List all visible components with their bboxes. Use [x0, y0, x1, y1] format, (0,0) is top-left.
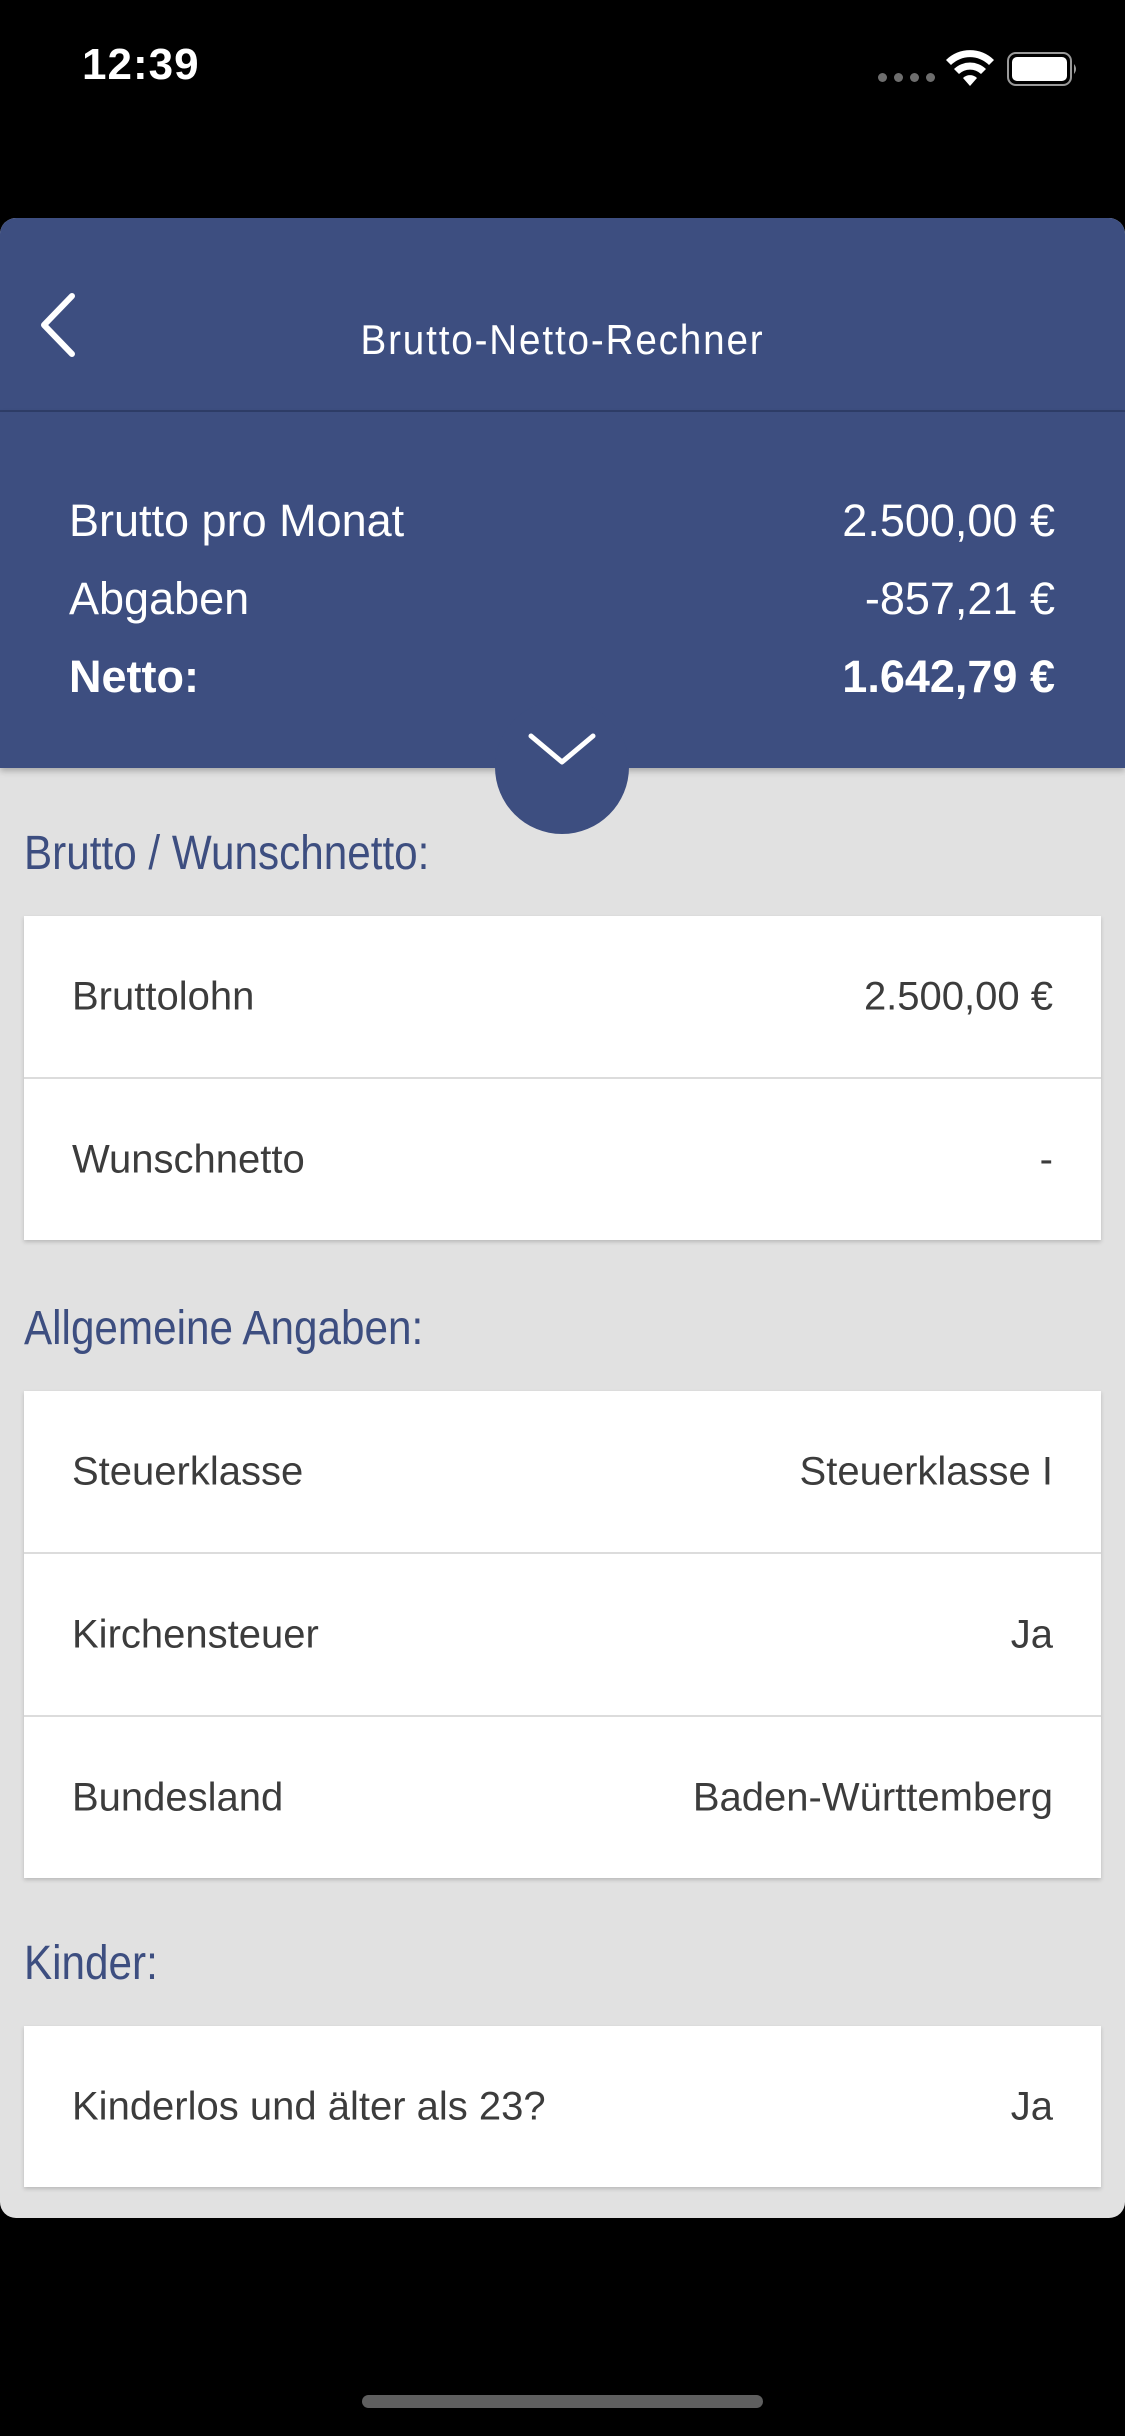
- row-label: Bruttolohn: [72, 974, 255, 1018]
- row-label: Steuerklasse: [72, 1449, 304, 1493]
- row-value: Steuerklasse I: [799, 1449, 1053, 1493]
- summary-label: Brutto pro Monat: [69, 495, 405, 546]
- list-card-kinder: Kinderlos und älter als 23? Ja: [24, 2026, 1101, 2187]
- list-row-steuerklasse[interactable]: Steuerklasse Steuerklasse I: [24, 1391, 1101, 1554]
- list-row-bundesland[interactable]: Bundesland Baden-Württemberg: [24, 1717, 1101, 1878]
- summary-label: Abgaben: [69, 573, 250, 624]
- list-row-bruttolohn[interactable]: Bruttolohn 2.500,00 €: [24, 916, 1101, 1079]
- row-value: Baden-Württemberg: [692, 1775, 1053, 1819]
- expand-toggle-button[interactable]: [495, 700, 629, 834]
- row-label: Wunschnetto: [72, 1137, 305, 1181]
- battery-icon: [1007, 52, 1076, 86]
- row-value: -: [1039, 1137, 1053, 1181]
- chevron-down-icon: [528, 733, 596, 765]
- row-value: 2.500,00 €: [863, 974, 1053, 1018]
- app-screen: Brutto-Netto-Rechner Brutto pro Monat 2.…: [0, 218, 1125, 2218]
- signal-icon: [878, 73, 935, 82]
- summary-row-brutto: Brutto pro Monat 2.500,00 €: [69, 495, 1055, 547]
- wifi-icon: [946, 50, 994, 86]
- list-row-wunschnetto[interactable]: Wunschnetto -: [24, 1079, 1101, 1240]
- summary-value: 2.500,00 €: [842, 495, 1055, 546]
- list-row-kinderlos[interactable]: Kinderlos und älter als 23? Ja: [24, 2026, 1101, 2187]
- status-time: 12:39: [82, 40, 200, 89]
- row-value: Ja: [1010, 1612, 1053, 1656]
- home-indicator[interactable]: [362, 2395, 763, 2408]
- section-title-allgemein: Allgemeine Angaben:: [24, 1302, 424, 1355]
- status-bar: 12:39: [0, 0, 1125, 140]
- row-label: Kinderlos und älter als 23?: [72, 2084, 546, 2128]
- list-card-brutto: Bruttolohn 2.500,00 € Wunschnetto -: [24, 916, 1101, 1240]
- summary-value: 1.642,79 €: [842, 651, 1055, 702]
- summary-row-abgaben: Abgaben -857,21 €: [69, 573, 1055, 625]
- row-label: Bundesland: [72, 1775, 284, 1819]
- list-card-allgemein: Steuerklasse Steuerklasse I Kirchensteue…: [24, 1391, 1101, 1878]
- section-title-kinder: Kinder:: [24, 1937, 158, 1990]
- summary-row-netto: Netto: 1.642,79 €: [69, 651, 1055, 703]
- list-row-kirchensteuer[interactable]: Kirchensteuer Ja: [24, 1554, 1101, 1717]
- summary-label: Netto:: [69, 651, 199, 702]
- section-title-brutto: Brutto / Wunschnetto:: [24, 827, 430, 880]
- navigation-bar: Brutto-Netto-Rechner: [0, 218, 1125, 412]
- row-value: Ja: [1010, 2084, 1053, 2128]
- row-label: Kirchensteuer: [72, 1612, 319, 1656]
- summary-value: -857,21 €: [864, 573, 1055, 624]
- page-title: Brutto-Netto-Rechner: [360, 316, 765, 363]
